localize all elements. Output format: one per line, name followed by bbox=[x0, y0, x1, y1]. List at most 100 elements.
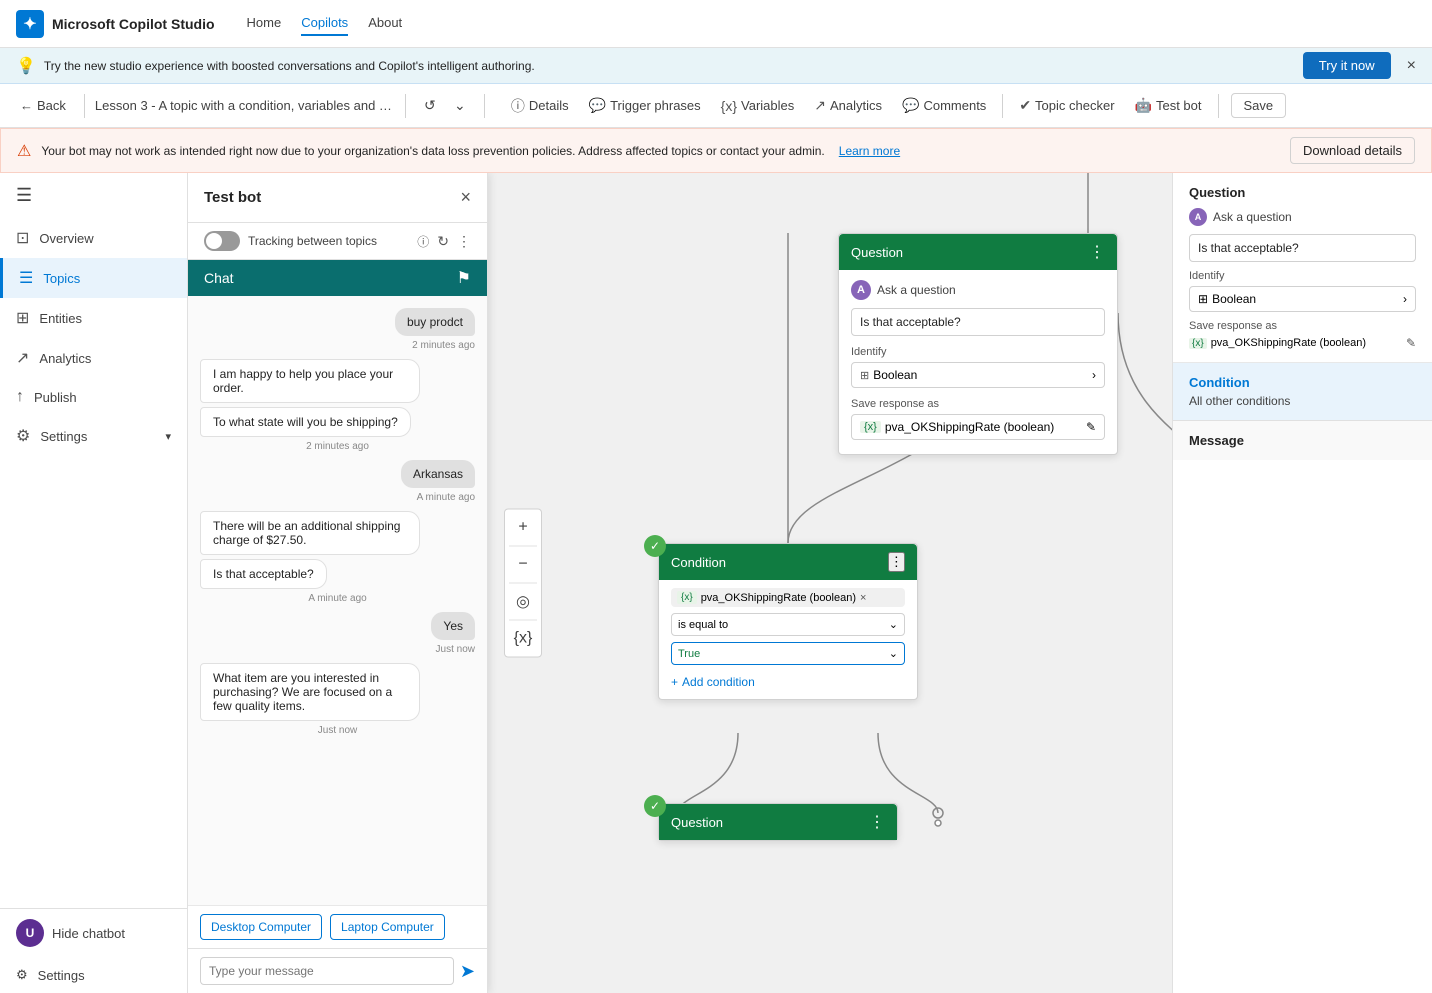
question-node-2: Question ⋮ bbox=[658, 803, 898, 841]
topic-checker-icon: ✔ bbox=[1019, 97, 1031, 114]
right-panel-ask-label: Ask a question bbox=[1213, 210, 1292, 224]
timestamp-2: 2 minutes ago bbox=[200, 441, 475, 452]
question-node-2-header: Question ⋮ bbox=[659, 804, 897, 840]
edit-icon[interactable]: ✎ bbox=[1406, 336, 1416, 350]
option-laptop-computer[interactable]: Laptop Computer bbox=[330, 914, 445, 940]
trigger-phrases-button[interactable]: 💬 Trigger phrases bbox=[581, 93, 709, 118]
chat-bubble: Yes bbox=[431, 612, 475, 640]
send-button[interactable]: ➤ bbox=[460, 961, 475, 982]
zoom-controls: + − ◎ {x} bbox=[504, 509, 542, 658]
ask-question-label: Ask a question bbox=[877, 283, 956, 297]
analytics-button[interactable]: ↗ Analytics bbox=[806, 93, 890, 118]
sidebar-label-topics: Topics bbox=[43, 271, 80, 286]
nav-copilots[interactable]: Copilots bbox=[301, 11, 348, 36]
toggle-knob bbox=[206, 233, 222, 249]
redo-dropdown[interactable]: ⌄ bbox=[446, 92, 474, 120]
right-panel-condition: Condition All other conditions bbox=[1173, 363, 1432, 421]
variables-button[interactable]: {x} Variables bbox=[713, 94, 803, 118]
chat-bubble: Arkansas bbox=[401, 460, 475, 488]
test-bot-button[interactable]: 🤖 Test bot bbox=[1127, 93, 1210, 118]
topic-checker-button[interactable]: ✔ Topic checker bbox=[1011, 93, 1122, 118]
sidebar-label-overview: Overview bbox=[39, 231, 93, 246]
test-bot-icon: 🤖 bbox=[1135, 97, 1152, 114]
chat-bubble: There will be an additional shipping cha… bbox=[200, 511, 420, 555]
question-node-menu[interactable]: ⋮ bbox=[1089, 242, 1105, 262]
chat-messages[interactable]: buy prodct 2 minutes ago I am happy to h… bbox=[188, 296, 487, 905]
condition-menu[interactable]: ⋮ bbox=[888, 552, 905, 572]
edit-var-icon[interactable]: ✎ bbox=[1086, 420, 1096, 434]
nav-about[interactable]: About bbox=[368, 11, 402, 36]
identify-label: Identify bbox=[851, 346, 1105, 358]
nav-home[interactable]: Home bbox=[247, 11, 282, 36]
right-panel-identify-select[interactable]: ⊞ Boolean › bbox=[1189, 286, 1416, 312]
testbot-title: Test bot bbox=[204, 189, 261, 206]
sidebar-item-settings-expand[interactable]: ⚙ Settings ▾ bbox=[0, 416, 187, 456]
ask-question-icon: A bbox=[851, 280, 871, 300]
sidebar-item-entities[interactable]: ⊞ Entities bbox=[0, 298, 187, 338]
sidebar-label-settings: Settings bbox=[40, 429, 87, 444]
condition-body: {x} pva_OKShippingRate (boolean) × is eq… bbox=[659, 580, 917, 699]
breadcrumb: Lesson 3 - A topic with a condition, var… bbox=[95, 98, 395, 113]
variables-icon: {x} bbox=[721, 98, 737, 114]
flag-icon[interactable]: ⚑ bbox=[457, 268, 471, 288]
zoom-divider2 bbox=[509, 583, 537, 584]
condition-check-badge: ✓ bbox=[644, 535, 666, 557]
back-label: Back bbox=[37, 98, 66, 113]
testbot-header: Test bot × bbox=[188, 173, 487, 223]
chat-message-3: To what state will you be shipping? bbox=[200, 407, 475, 437]
comments-button[interactable]: 💬 Comments bbox=[894, 93, 994, 118]
details-button[interactable]: ⓘ Details bbox=[503, 92, 577, 120]
top-nav: ✦ Microsoft Copilot Studio Home Copilots… bbox=[0, 0, 1432, 48]
condition-tag-close[interactable]: × bbox=[860, 592, 866, 604]
right-panel-var-tag: {x} bbox=[1189, 338, 1207, 349]
option-desktop-computer[interactable]: Desktop Computer bbox=[200, 914, 322, 940]
fit-button[interactable]: {x} bbox=[509, 625, 537, 653]
identify-section: Identify ⊞ Boolean › bbox=[851, 346, 1105, 388]
save-button[interactable]: Save bbox=[1231, 93, 1287, 118]
condition-operator-select[interactable]: is equal to ⌄ bbox=[671, 613, 905, 636]
testbot-panel: Test bot × Tracking between topics ⓘ ↻ ⋮… bbox=[188, 173, 488, 993]
sidebar-user[interactable]: U Hide chatbot bbox=[0, 909, 187, 957]
hamburger-icon[interactable]: ☰ bbox=[0, 173, 187, 218]
learn-more-link[interactable]: Learn more bbox=[839, 144, 900, 158]
entities-icon: ⊞ bbox=[16, 308, 29, 328]
undo-button[interactable]: ↺ bbox=[416, 92, 444, 120]
sidebar-item-publish[interactable]: ↑ Publish bbox=[0, 378, 187, 416]
sidebar-item-overview[interactable]: ⊡ Overview bbox=[0, 218, 187, 258]
boolean-grid-icon: ⊞ bbox=[1198, 292, 1208, 306]
banner-close-button[interactable]: × bbox=[1407, 57, 1416, 75]
back-button[interactable]: ← Back bbox=[12, 94, 74, 117]
condition-title: Condition bbox=[671, 555, 726, 570]
banner: 💡 Try the new studio experience with boo… bbox=[0, 48, 1432, 84]
banner-icon: 💡 bbox=[16, 56, 36, 76]
toolbar-actions: ⓘ Details 💬 Trigger phrases {x} Variable… bbox=[503, 92, 1286, 120]
save-response-section: Save response as {x} pva_OKShippingRate … bbox=[851, 398, 1105, 440]
avatar: U bbox=[16, 919, 44, 947]
zoom-in-button[interactable]: + bbox=[509, 514, 537, 542]
zoom-out-button[interactable]: − bbox=[509, 551, 537, 579]
nav-links: Home Copilots About bbox=[247, 11, 403, 36]
download-details-button[interactable]: Download details bbox=[1290, 137, 1415, 164]
ask-question-row: A Ask a question bbox=[851, 280, 1105, 300]
info-icon[interactable]: ⓘ bbox=[417, 233, 429, 250]
boolean-box[interactable]: ⊞ Boolean › bbox=[851, 362, 1105, 388]
locate-button[interactable]: ◎ bbox=[509, 588, 537, 616]
sidebar-item-analytics[interactable]: ↗ Analytics bbox=[0, 338, 187, 378]
question-node-2-menu[interactable]: ⋮ bbox=[869, 812, 885, 832]
chat-input[interactable] bbox=[200, 957, 454, 985]
refresh-icon[interactable]: ↻ bbox=[437, 233, 449, 250]
chat-message-5: There will be an additional shipping cha… bbox=[200, 511, 475, 555]
add-condition-button[interactable]: + Add condition bbox=[671, 673, 755, 691]
question-node-title: Question bbox=[851, 245, 903, 260]
testbot-close-button[interactable]: × bbox=[460, 187, 471, 208]
tracking-toggle[interactable] bbox=[204, 231, 240, 251]
try-it-now-button[interactable]: Try it now bbox=[1303, 52, 1391, 79]
more-options-icon[interactable]: ⋮ bbox=[457, 233, 471, 250]
sidebar-bottom: U Hide chatbot ⚙ Settings bbox=[0, 908, 187, 993]
sidebar-settings-bottom[interactable]: ⚙ Settings bbox=[0, 957, 187, 993]
condition-value-select[interactable]: True ⌄ bbox=[671, 642, 905, 665]
sidebar-item-topics[interactable]: ☰ Topics bbox=[0, 258, 187, 298]
chat-message-8: What item are you interested in purchasi… bbox=[200, 663, 475, 721]
value-chevron-down-icon: ⌄ bbox=[889, 647, 898, 660]
chat-input-area: ➤ bbox=[188, 948, 487, 993]
